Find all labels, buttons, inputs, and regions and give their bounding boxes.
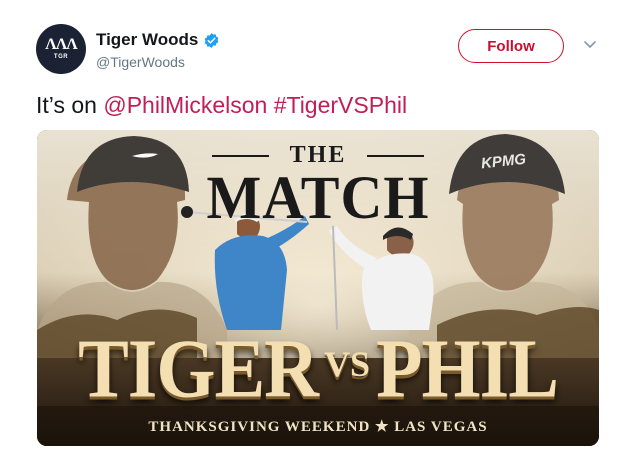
event-subtitle: THANKSGIVING WEEKEND ★ LAS VEGAS xyxy=(148,419,488,435)
title-match: MATCH xyxy=(206,163,430,232)
tweet-media-image[interactable]: KPMG THE MATCH TIGER VSPHIL THANKSGIVING… xyxy=(37,130,599,446)
matchup-title: TIGER VSPHIL xyxy=(37,323,599,415)
name-left: TIGER xyxy=(78,322,319,416)
user-handle[interactable]: @TigerWoods xyxy=(96,54,185,70)
tweet-text: It’s on @PhilMickelson #TigerVSPhil xyxy=(36,92,407,119)
follow-button[interactable]: Follow xyxy=(458,29,564,63)
avatar-text: TGR xyxy=(53,54,69,60)
vs-label: VS xyxy=(324,344,371,384)
tweet-text-prefix: It’s on xyxy=(36,92,104,118)
avatar[interactable]: ΛΛΛ TGR xyxy=(36,24,86,74)
name-right: PHIL xyxy=(376,322,559,416)
display-name[interactable]: Tiger Woods xyxy=(96,30,198,50)
verified-badge-icon xyxy=(204,32,219,48)
chevron-down-icon[interactable] xyxy=(582,36,598,52)
tgr-logo-icon: ΛΛΛ xyxy=(45,36,77,53)
mention-link[interactable]: @PhilMickelson xyxy=(103,92,267,118)
hashtag-link[interactable]: #TigerVSPhil xyxy=(274,92,407,118)
tweet-header: ΛΛΛ TGR Tiger Woods @TigerWoods Follow xyxy=(36,24,606,80)
name-row: Tiger Woods xyxy=(96,30,220,50)
